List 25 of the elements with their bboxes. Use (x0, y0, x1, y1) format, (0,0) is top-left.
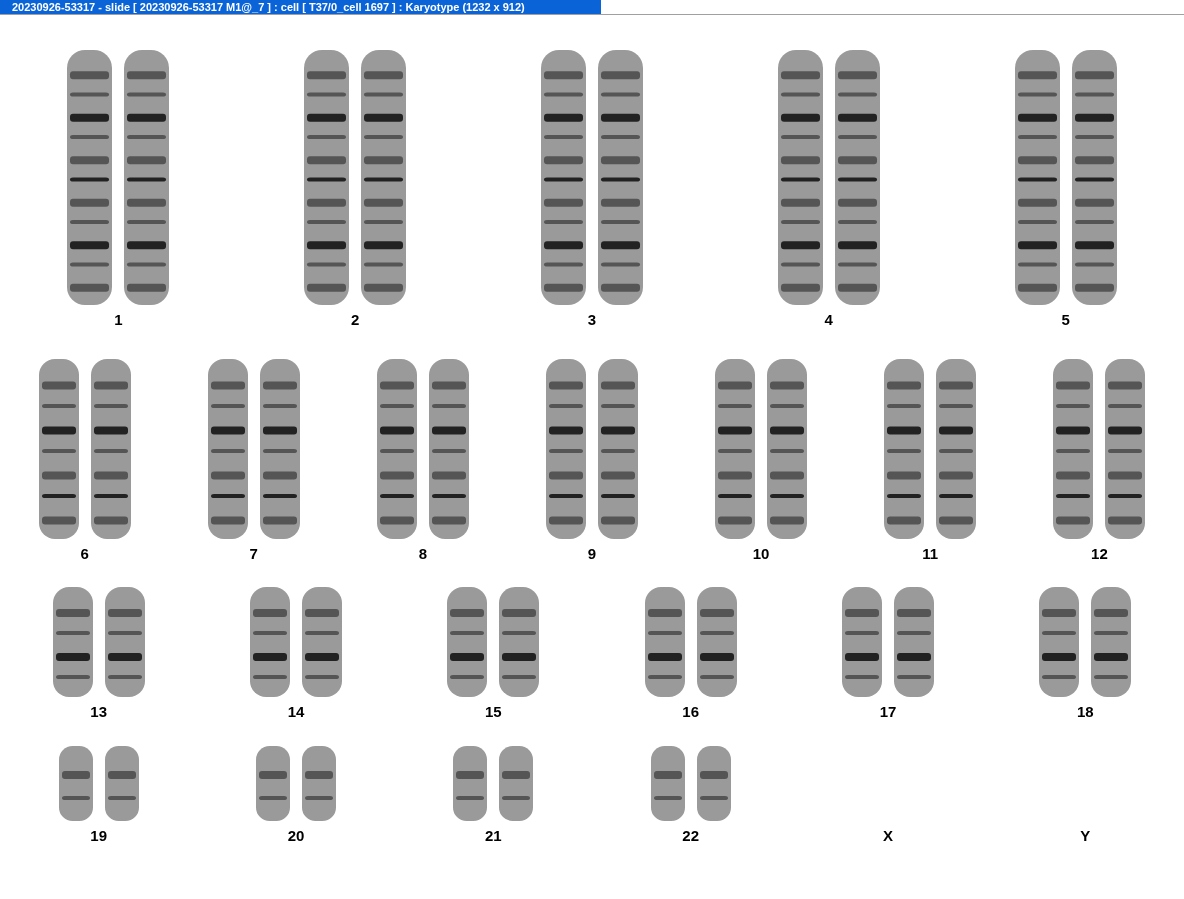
chromosome-number: 5 (1061, 310, 1070, 330)
chromosome-number: 12 (1091, 543, 1108, 564)
chromosome-number: 16 (682, 702, 699, 722)
chromosome-number: 10 (752, 543, 770, 564)
chromosome-number: 15 (484, 702, 502, 722)
chromosome-number: 21 (484, 825, 502, 846)
chromosome-number: 14 (287, 702, 305, 722)
chromosome-number: 19 (90, 825, 107, 846)
chromosome-number: 9 (587, 543, 597, 564)
chromosome-number: 18 (1076, 702, 1094, 722)
chromosome-number: 20 (287, 825, 305, 846)
chromosome-number: X (883, 825, 893, 846)
chromosome-number: 1 (114, 310, 123, 330)
window-title: 20230926-53317 - slide [ 20230926-53317 M1@_7 ] : cell [ T37/0_cell 1697 ] : Karyotype (1232 x 912) (0, 0, 601, 14)
chromosome-number: 8 (418, 543, 427, 564)
chromosome-number: 11 (922, 543, 939, 564)
chromosome-number: 7 (249, 543, 258, 564)
chromosome-number: 6 (80, 543, 89, 564)
chromosome-number: Y (1080, 825, 1091, 846)
chromosome-number: 2 (351, 310, 360, 330)
chromosome-number: 17 (879, 702, 897, 722)
chromosome-number: 3 (587, 310, 597, 330)
chromosome-number: 13 (90, 702, 107, 722)
chromosome-number: 4 (824, 310, 833, 330)
chromosome-number: 22 (682, 825, 699, 846)
